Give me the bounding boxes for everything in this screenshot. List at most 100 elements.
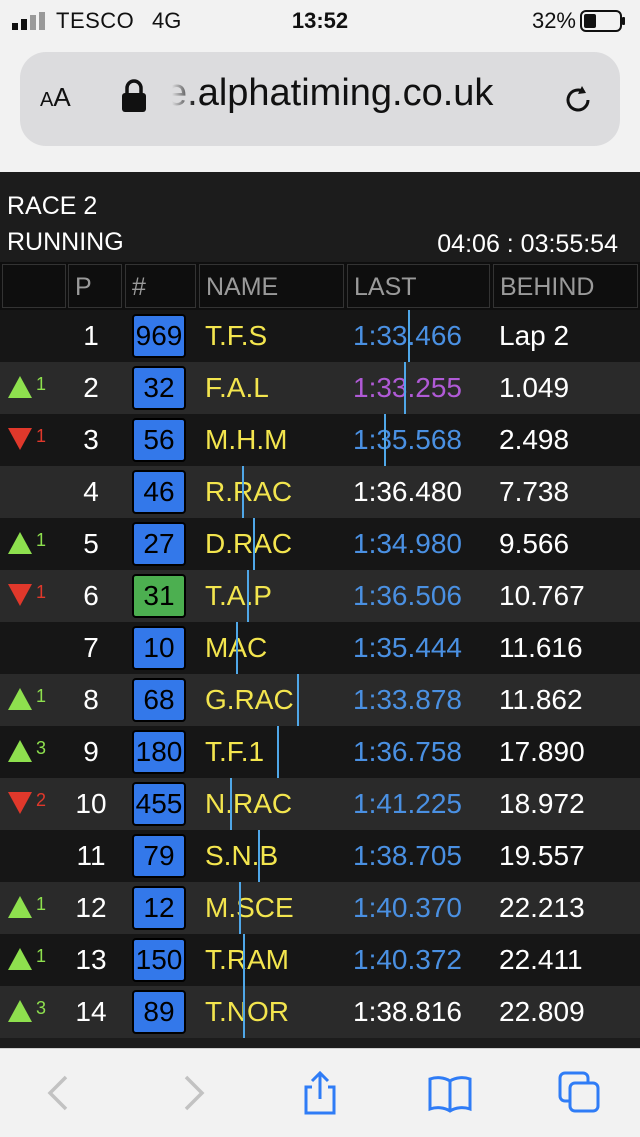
position: 12 bbox=[75, 892, 107, 923]
arrow-up-icon bbox=[8, 1000, 32, 1022]
table-row[interactable]: 1 8 68 G.RAC 1:33.878 11.862 bbox=[0, 674, 640, 726]
position: 1 bbox=[83, 320, 99, 351]
table-row[interactable]: 3 9 180 T.F.1 1:36.758 17.890 bbox=[0, 726, 640, 778]
tabs-icon[interactable] bbox=[556, 1069, 604, 1117]
kart-number-badge: 455 bbox=[132, 782, 186, 826]
position-change-count: 1 bbox=[36, 946, 47, 966]
driver-name: T.F.S bbox=[205, 320, 268, 351]
gap-behind: 22.411 bbox=[499, 944, 583, 975]
arrow-up-icon bbox=[8, 948, 32, 970]
kart-number-badge: 969 bbox=[132, 314, 186, 358]
table-row[interactable]: 1 5 27 D.RAC 1:34.980 9.566 bbox=[0, 518, 640, 570]
kart-number-badge: 68 bbox=[132, 678, 186, 722]
forward-icon[interactable] bbox=[168, 1069, 216, 1117]
driver-name: F.A.L bbox=[205, 372, 269, 403]
race-timer: 04:06 : 03:55:54 bbox=[437, 230, 618, 258]
table-row[interactable]: 1 13 150 T.RAM 1:40.372 22.411 bbox=[0, 934, 640, 986]
kart-number-badge: 27 bbox=[132, 522, 186, 566]
last-lap-time: 1:36.506 bbox=[353, 580, 462, 611]
position-change-count: 2 bbox=[36, 790, 47, 810]
browser-toolbar bbox=[0, 1048, 640, 1137]
url-fade bbox=[166, 68, 196, 124]
race-title: RACE 2 bbox=[7, 192, 98, 220]
gap-behind: 22.213 bbox=[499, 892, 585, 923]
last-lap-time: 1:41.225 bbox=[353, 788, 462, 819]
gap-behind: 9.566 bbox=[499, 528, 570, 559]
position-change-count: 3 bbox=[36, 738, 47, 758]
last-lap-time: 1:34.980 bbox=[353, 528, 462, 559]
position-change-count: 1 bbox=[36, 686, 47, 706]
progress-marker bbox=[242, 466, 244, 518]
progress-marker bbox=[253, 518, 255, 570]
table-row[interactable]: 3 14 89 T.NOR 1:38.816 22.809 bbox=[0, 986, 640, 1038]
gap-behind: Lap 2 bbox=[499, 320, 570, 351]
header-behind[interactable]: BEHIND bbox=[493, 264, 638, 308]
arrow-up-icon bbox=[8, 896, 32, 918]
position-change: 1 bbox=[6, 570, 62, 622]
status-bar: TESCO 4G 13:52 32% bbox=[0, 0, 640, 44]
last-lap-time: 1:33.878 bbox=[353, 684, 462, 715]
last-lap-time: 1:35.568 bbox=[353, 424, 462, 455]
table-row[interactable]: 2 10 455 N.RAC 1:41.225 18.972 bbox=[0, 778, 640, 830]
kart-number-badge: 150 bbox=[132, 938, 186, 982]
table-row[interactable]: 1 3 56 M.H.M 1:35.568 2.498 bbox=[0, 414, 640, 466]
header-change bbox=[2, 264, 66, 308]
lock-icon bbox=[122, 79, 146, 112]
progress-marker bbox=[277, 726, 279, 778]
back-icon[interactable] bbox=[36, 1069, 84, 1117]
text-size-button[interactable]: AA bbox=[40, 82, 71, 113]
gap-behind: 1.049 bbox=[499, 372, 570, 403]
table-row[interactable]: 11 79 S.N.B 1:38.705 19.557 bbox=[0, 830, 640, 882]
last-lap-time: 1:36.758 bbox=[353, 736, 462, 767]
position-change-count: 3 bbox=[36, 998, 47, 1018]
position-change: 1 bbox=[6, 362, 62, 414]
table-row[interactable]: 1 2 32 F.A.L 1:33.255 1.049 bbox=[0, 362, 640, 414]
progress-marker bbox=[247, 570, 249, 622]
last-lap-time: 1:35.444 bbox=[353, 632, 462, 663]
position: 6 bbox=[83, 580, 99, 611]
table-row[interactable]: 4 46 R.RAC 1:36.480 7.738 bbox=[0, 466, 640, 518]
url-text[interactable]: e.alphatiming.co.uk bbox=[166, 72, 493, 115]
gap-behind: 2.498 bbox=[499, 424, 570, 455]
gap-behind: 17.890 bbox=[499, 736, 585, 767]
last-lap-time: 1:38.705 bbox=[353, 840, 462, 871]
position: 13 bbox=[75, 944, 107, 975]
progress-marker bbox=[297, 674, 299, 726]
header-position[interactable]: P bbox=[68, 264, 122, 308]
bookmarks-icon[interactable] bbox=[426, 1069, 474, 1117]
table-row[interactable]: 1 6 31 T.A.P 1:36.506 10.767 bbox=[0, 570, 640, 622]
table-row[interactable]: 1969T.F.S1:33.466Lap 2 bbox=[0, 310, 640, 362]
reload-icon[interactable] bbox=[560, 82, 596, 118]
share-icon[interactable] bbox=[296, 1069, 344, 1117]
battery-percentage: 32% bbox=[531, 8, 576, 33]
position: 8 bbox=[83, 684, 99, 715]
position-change-count: 1 bbox=[36, 530, 47, 550]
browser-header: AA e.alphatiming.co.uk bbox=[0, 44, 640, 172]
last-lap-time: 1:33.255 bbox=[353, 372, 462, 403]
address-bar[interactable]: AA e.alphatiming.co.uk bbox=[20, 52, 620, 146]
driver-name: M.H.M bbox=[205, 424, 288, 455]
position-change: 1 bbox=[6, 882, 62, 934]
arrow-up-icon bbox=[8, 532, 32, 554]
gap-behind: 11.862 bbox=[499, 684, 583, 715]
battery-icon bbox=[580, 10, 625, 32]
driver-name: T.A.P bbox=[205, 580, 272, 611]
position: 5 bbox=[83, 528, 99, 559]
header-last[interactable]: LAST bbox=[347, 264, 490, 308]
table-row[interactable]: 7 10 MAC 1:35.444 11.616 bbox=[0, 622, 640, 674]
gap-behind: 7.738 bbox=[499, 476, 570, 507]
arrow-up-icon bbox=[8, 376, 32, 398]
position-change: 1 bbox=[6, 414, 62, 466]
position-change-count: 1 bbox=[36, 582, 47, 602]
position-change: 2 bbox=[6, 778, 62, 830]
header-number[interactable]: # bbox=[125, 264, 196, 308]
race-status: RUNNING bbox=[7, 228, 124, 256]
kart-number-badge: 89 bbox=[132, 990, 186, 1034]
kart-number-badge: 12 bbox=[132, 886, 186, 930]
table-row[interactable]: 1 12 12 M.SCE 1:40.370 22.213 bbox=[0, 882, 640, 934]
gap-behind: 22.809 bbox=[499, 996, 585, 1027]
header-name[interactable]: NAME bbox=[199, 264, 344, 308]
progress-marker bbox=[258, 830, 260, 882]
progress-marker bbox=[239, 882, 241, 934]
position: 10 bbox=[75, 788, 107, 819]
